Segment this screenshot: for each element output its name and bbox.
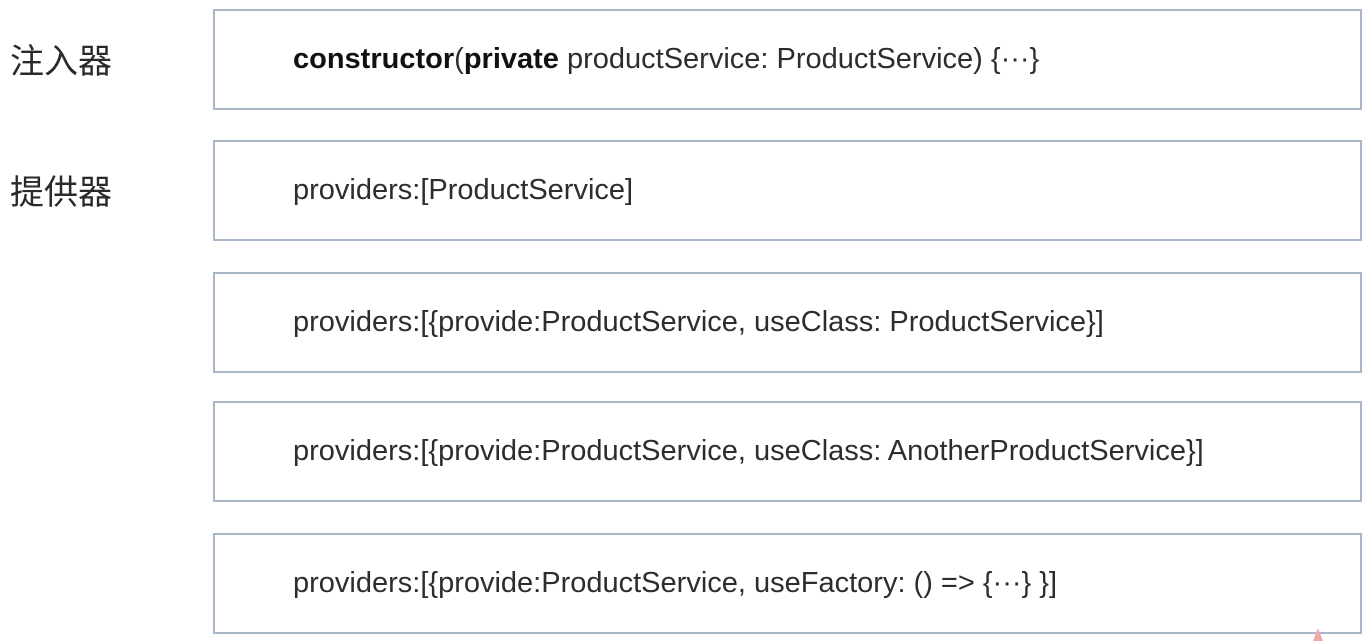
provider-code-box-3: providers:[{provide:ProductService, useC… bbox=[213, 401, 1362, 502]
injector-code-box: constructor(private productService: Prod… bbox=[213, 9, 1362, 110]
paren-open: ( bbox=[454, 43, 464, 75]
provider-code-box-1: providers:[ProductService] bbox=[213, 140, 1362, 241]
constructor-keyword: constructor bbox=[293, 43, 455, 75]
private-keyword: private bbox=[463, 43, 559, 75]
provider-label: 提供器 bbox=[10, 173, 112, 213]
provider-code: providers:[{provide:ProductService, useF… bbox=[293, 567, 1057, 599]
pointer-marker bbox=[1313, 628, 1323, 641]
provider-code: providers:[{provide:ProductService, useC… bbox=[293, 306, 1104, 338]
injector-label: 注入器 bbox=[10, 42, 112, 82]
constructor-params: productService: ProductService) {···} bbox=[558, 43, 1040, 75]
provider-code: providers:[{provide:ProductService, useC… bbox=[293, 435, 1204, 467]
provider-code-box-4: providers:[{provide:ProductService, useF… bbox=[213, 533, 1362, 634]
provider-code-box-2: providers:[{provide:ProductService, useC… bbox=[213, 272, 1362, 373]
provider-code: providers:[ProductService] bbox=[293, 174, 634, 206]
